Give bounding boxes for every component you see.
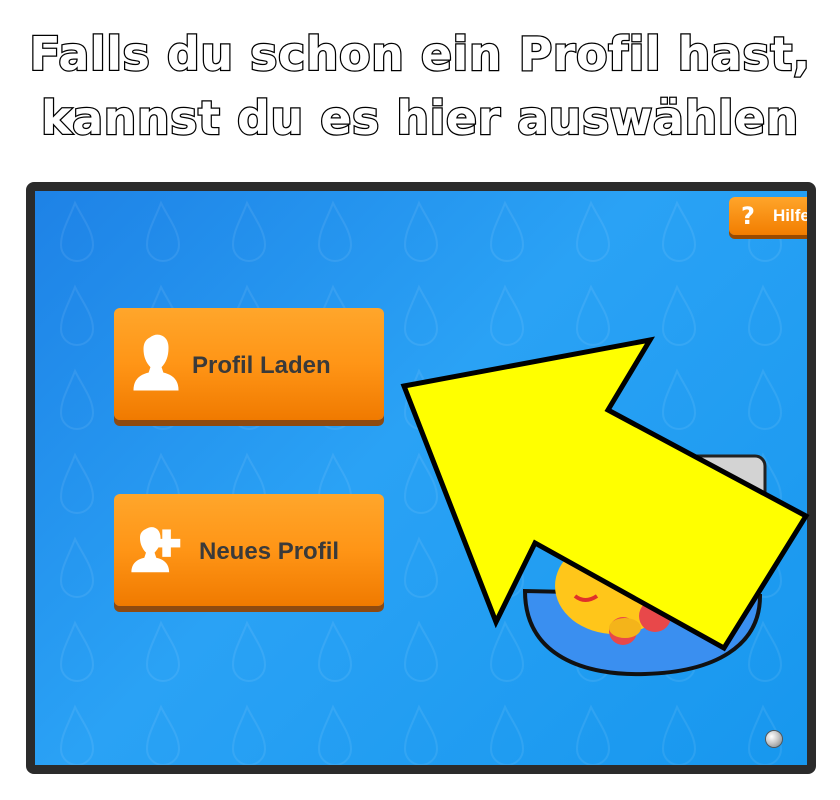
help-button[interactable]: ? Hilfe — [729, 197, 810, 235]
new-profile-button[interactable]: Neues Profil — [114, 494, 384, 606]
help-button-label: Hilfe — [773, 206, 810, 225]
person-icon — [133, 334, 179, 391]
mascot-character — [522, 454, 767, 677]
load-profile-button[interactable]: Profil Laden — [114, 308, 384, 420]
instruction-line-1: Falls du schon ein Profil hast, — [28, 26, 812, 83]
instruction-line-2: kannst du es hier auswählen — [40, 90, 800, 147]
app-screen: ? Hilfe Profil Laden Neues Profil — [26, 182, 816, 774]
question-mark-icon: ? — [741, 202, 755, 230]
new-profile-label: Neues Profil — [199, 538, 340, 565]
load-profile-label: Profil Laden — [192, 352, 331, 379]
add-person-icon — [131, 527, 181, 573]
status-indicator — [766, 731, 782, 747]
tutorial-page: Falls du schon ein Profil hast, kannst d… — [0, 0, 840, 800]
instruction-heading: Falls du schon ein Profil hast, kannst d… — [0, 22, 840, 150]
